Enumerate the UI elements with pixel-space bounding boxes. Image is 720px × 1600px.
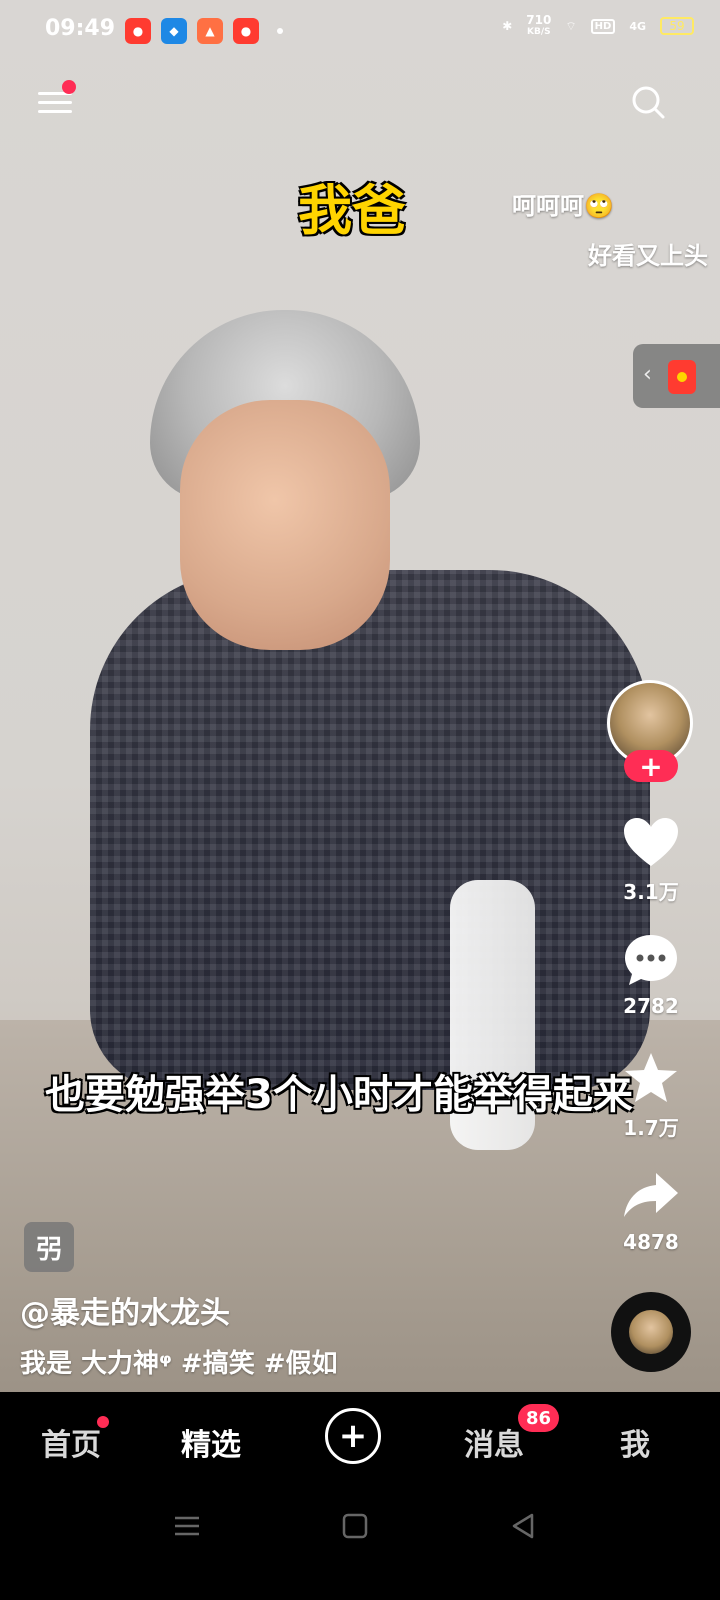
create-button[interactable]: + bbox=[325, 1408, 381, 1464]
signal-icon: 4G bbox=[629, 19, 646, 33]
favorite-count: 1.7万 bbox=[623, 1116, 679, 1140]
battery-icon: 59 bbox=[660, 17, 694, 35]
recent-apps-icon[interactable] bbox=[170, 1512, 204, 1540]
app-notification-icon: ◆ bbox=[161, 18, 187, 44]
home-notification-dot bbox=[97, 1416, 109, 1428]
red-packet-icon bbox=[668, 360, 696, 394]
status-bar: 09:49 ● ◆ ▲ ● ✱ 710 KB/S ⌔ HD 4G 59 bbox=[0, 0, 720, 64]
chevron-left-icon: ‹ bbox=[643, 362, 652, 387]
follow-button[interactable]: + bbox=[624, 750, 678, 783]
like-count: 3.1万 bbox=[623, 880, 679, 904]
music-disc-cover bbox=[629, 1310, 673, 1354]
tab-home[interactable]: 首页 bbox=[41, 1420, 101, 1464]
tab-messages[interactable]: 消息 bbox=[464, 1420, 524, 1464]
heart-icon bbox=[612, 812, 690, 872]
video-caption-top: 我爸 bbox=[298, 179, 406, 242]
share-count: 4878 bbox=[623, 1230, 679, 1254]
star-icon bbox=[612, 1048, 690, 1108]
home-button-icon[interactable] bbox=[338, 1512, 372, 1540]
notification-icons: ● ◆ ▲ ● bbox=[125, 18, 283, 44]
favorite-button[interactable]: 1.7万 bbox=[612, 1048, 690, 1141]
danmaku-comment: 好看又上头 bbox=[588, 242, 708, 270]
red-packet-button[interactable]: ‹ bbox=[633, 344, 720, 408]
post-description[interactable]: 我是 大力神ᵠ #搞笑 #假如 bbox=[20, 1343, 338, 1380]
content-tag-badge[interactable]: 弜 bbox=[24, 1222, 74, 1272]
menu-notification-dot bbox=[62, 80, 76, 94]
system-navigation-bar bbox=[0, 1488, 720, 1600]
back-icon[interactable] bbox=[506, 1512, 540, 1540]
comment-count: 2782 bbox=[623, 994, 679, 1018]
like-button[interactable]: 3.1万 bbox=[612, 812, 690, 905]
status-time: 09:49 bbox=[45, 16, 116, 41]
subject-face bbox=[180, 400, 390, 650]
tab-featured[interactable]: 精选 bbox=[181, 1420, 241, 1464]
share-icon bbox=[612, 1166, 690, 1226]
app-notification-icon: ● bbox=[125, 18, 151, 44]
hd-icon: HD bbox=[590, 18, 616, 34]
danmaku-comment: 呵呵呵🙄 bbox=[512, 192, 614, 220]
bluetooth-icon: ✱ bbox=[502, 19, 513, 33]
search-icon[interactable] bbox=[630, 84, 666, 120]
tab-me[interactable]: 我 bbox=[620, 1420, 650, 1464]
comment-button[interactable]: 2782 bbox=[612, 930, 690, 1018]
video-subject bbox=[90, 310, 650, 1090]
app-notification-icon: ▲ bbox=[197, 18, 223, 44]
messages-badge: 86 bbox=[518, 1404, 560, 1432]
creator-username[interactable]: @暴走的水龙头 bbox=[20, 1288, 230, 1332]
video-subtitle: 也要勉强举3个小时才能举得起来 bbox=[45, 1072, 633, 1118]
app-notification-icon: ● bbox=[233, 18, 259, 44]
network-speed: 710 KB/S bbox=[526, 13, 552, 37]
music-disc-button[interactable] bbox=[611, 1292, 691, 1372]
share-button[interactable]: 4878 bbox=[612, 1166, 690, 1254]
subject-torso bbox=[90, 570, 650, 1090]
system-indicators: ✱ 710 KB/S ⌔ HD 4G 59 bbox=[502, 14, 694, 38]
more-notifications-dot bbox=[277, 28, 283, 34]
wifi-icon: ⌔ bbox=[565, 18, 577, 33]
comment-icon bbox=[612, 930, 690, 990]
